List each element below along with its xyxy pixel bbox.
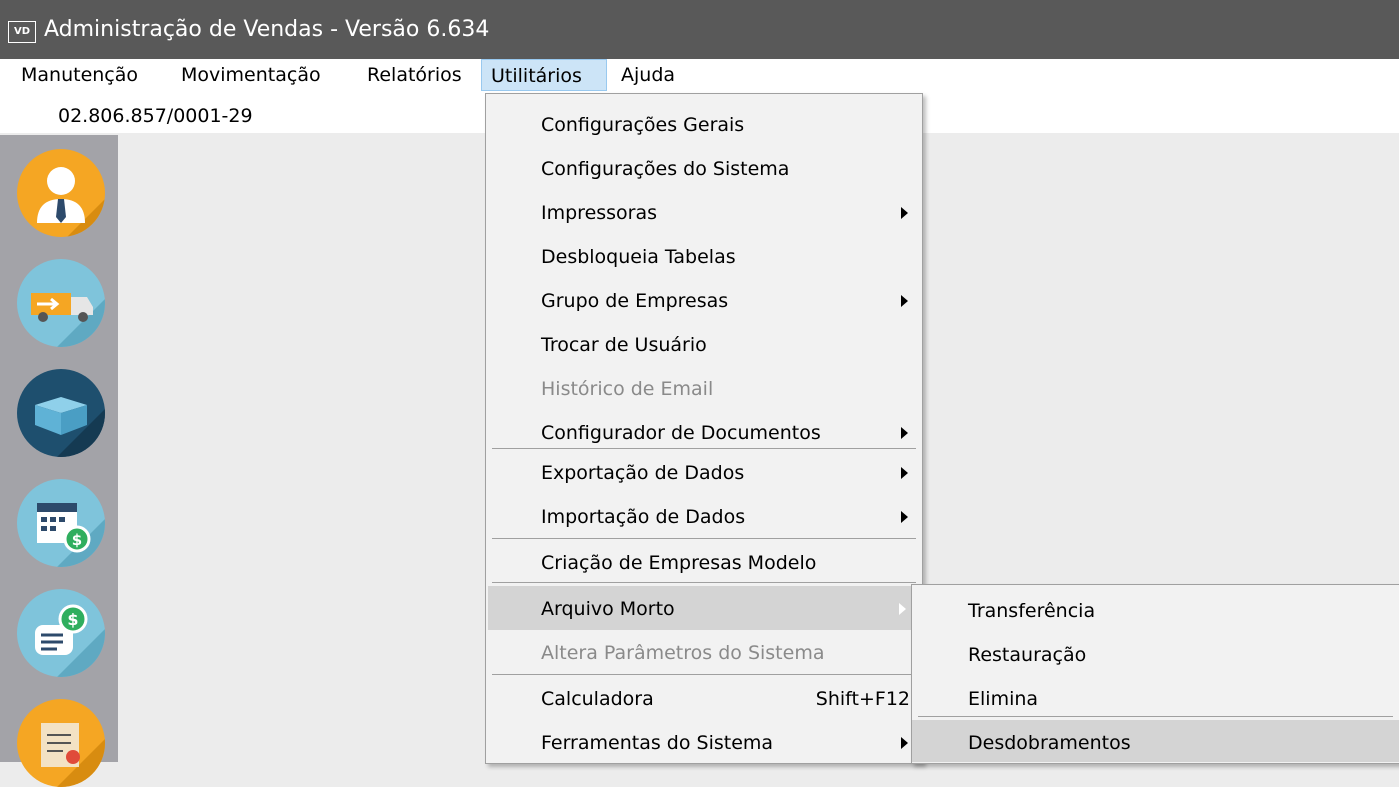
- submenu-item-label: Transferência: [968, 600, 1096, 622]
- menu-item-label: Importação de Dados: [541, 506, 746, 528]
- menu-movimentacao[interactable]: Movimentação: [172, 59, 330, 91]
- menu-item-criacao-empresas-modelo[interactable]: Criação de Empresas Modelo: [486, 540, 922, 584]
- user-icon[interactable]: [17, 149, 105, 237]
- menu-item-trocar-usuario[interactable]: Trocar de Usuário: [486, 322, 922, 366]
- menu-item-label: Configurador de Documentos: [541, 422, 821, 444]
- menu-item-label: Criação de Empresas Modelo: [541, 552, 817, 574]
- menu-separator: [918, 716, 1393, 719]
- menu-item-exportacao-dados[interactable]: Exportação de Dados: [486, 450, 922, 494]
- menu-item-desbloqueia-tabelas[interactable]: Desbloqueia Tabelas: [486, 234, 922, 278]
- svg-text:$: $: [72, 531, 82, 549]
- app-icon: VD: [8, 21, 36, 43]
- submenu-item-label: Desdobramentos: [968, 732, 1131, 754]
- menu-item-label: Ferramentas do Sistema: [541, 732, 774, 754]
- menu-item-label: Arquivo Morto: [541, 598, 675, 620]
- calendar-money-icon[interactable]: $: [17, 479, 105, 567]
- menu-item-configuracoes-sistema[interactable]: Configurações do Sistema: [486, 146, 922, 190]
- company-cnpj: 02.806.857/0001-29: [58, 105, 253, 127]
- menu-item-arquivo-morto[interactable]: Arquivo Morto: [488, 586, 920, 630]
- svg-text:$: $: [67, 610, 78, 629]
- submenu-arrow-icon: [901, 511, 908, 523]
- sidebar: $ $: [0, 135, 118, 787]
- menu-item-label: Configurações Gerais: [541, 114, 745, 136]
- shortcut-label: Shift+F12: [815, 688, 910, 710]
- payment-document-icon[interactable]: $: [17, 589, 105, 677]
- menu-item-label: Impressoras: [541, 202, 658, 224]
- menu-item-label: Histórico de Email: [541, 378, 714, 400]
- submenu-item-transferencia[interactable]: Transferência: [912, 588, 1399, 632]
- delivery-truck-icon[interactable]: [17, 259, 105, 347]
- menu-item-ferramentas-sistema[interactable]: Ferramentas do Sistema: [486, 720, 922, 764]
- submenu-item-desdobramentos[interactable]: Desdobramentos: [912, 720, 1399, 762]
- menu-utilitarios[interactable]: Utilitários: [481, 59, 607, 91]
- menu-item-historico-email: Histórico de Email: [486, 366, 922, 410]
- menu-item-grupo-empresas[interactable]: Grupo de Empresas: [486, 278, 922, 322]
- menu-item-label: Desbloqueia Tabelas: [541, 246, 736, 268]
- title-bar: VD Administração de Vendas - Versão 6.63…: [0, 0, 1399, 59]
- submenu-arrow-icon: [901, 295, 908, 307]
- submenu-item-label: Restauração: [968, 644, 1087, 666]
- menu-item-label: Grupo de Empresas: [541, 290, 729, 312]
- window-title: Administração de Vendas - Versão 6.634: [44, 17, 490, 42]
- menu-bar: Manutenção Movimentação Relatórios Utili…: [0, 59, 1399, 91]
- submenu-item-restauracao[interactable]: Restauração: [912, 632, 1399, 676]
- menu-item-impressoras[interactable]: Impressoras: [486, 190, 922, 234]
- scroll-document-icon[interactable]: [17, 699, 105, 787]
- menu-item-label: Altera Parâmetros do Sistema: [541, 642, 825, 664]
- submenu-arrow-icon: [901, 427, 908, 439]
- submenu-arrow-icon: [901, 207, 908, 219]
- submenu-arrow-icon: [901, 737, 908, 749]
- submenu-arrow-icon: [901, 467, 908, 479]
- menu-item-configuracoes-gerais[interactable]: Configurações Gerais: [486, 102, 922, 146]
- menu-item-altera-parametros: Altera Parâmetros do Sistema: [486, 630, 922, 674]
- arquivo-morto-submenu: Transferência Restauração Elimina Desdob…: [911, 584, 1399, 764]
- menu-item-importacao-dados[interactable]: Importação de Dados: [486, 494, 922, 538]
- menu-item-label: Calculadora: [541, 688, 654, 710]
- menu-relatorios[interactable]: Relatórios: [358, 59, 471, 91]
- submenu-item-elimina[interactable]: Elimina: [912, 676, 1399, 720]
- menu-item-label: Trocar de Usuário: [541, 334, 707, 356]
- menu-ajuda[interactable]: Ajuda: [612, 59, 684, 91]
- menu-separator: [492, 582, 916, 585]
- utilitarios-dropdown: Configurações Gerais Configurações do Si…: [485, 93, 923, 764]
- menu-item-label: Exportação de Dados: [541, 462, 745, 484]
- submenu-arrow-icon: [899, 603, 906, 615]
- menu-item-calculadora[interactable]: Calculadora Shift+F12: [486, 676, 922, 720]
- submenu-item-label: Elimina: [968, 688, 1039, 710]
- menu-item-label: Configurações do Sistema: [541, 158, 790, 180]
- box-icon[interactable]: [17, 369, 105, 457]
- menu-manutencao[interactable]: Manutenção: [12, 59, 147, 91]
